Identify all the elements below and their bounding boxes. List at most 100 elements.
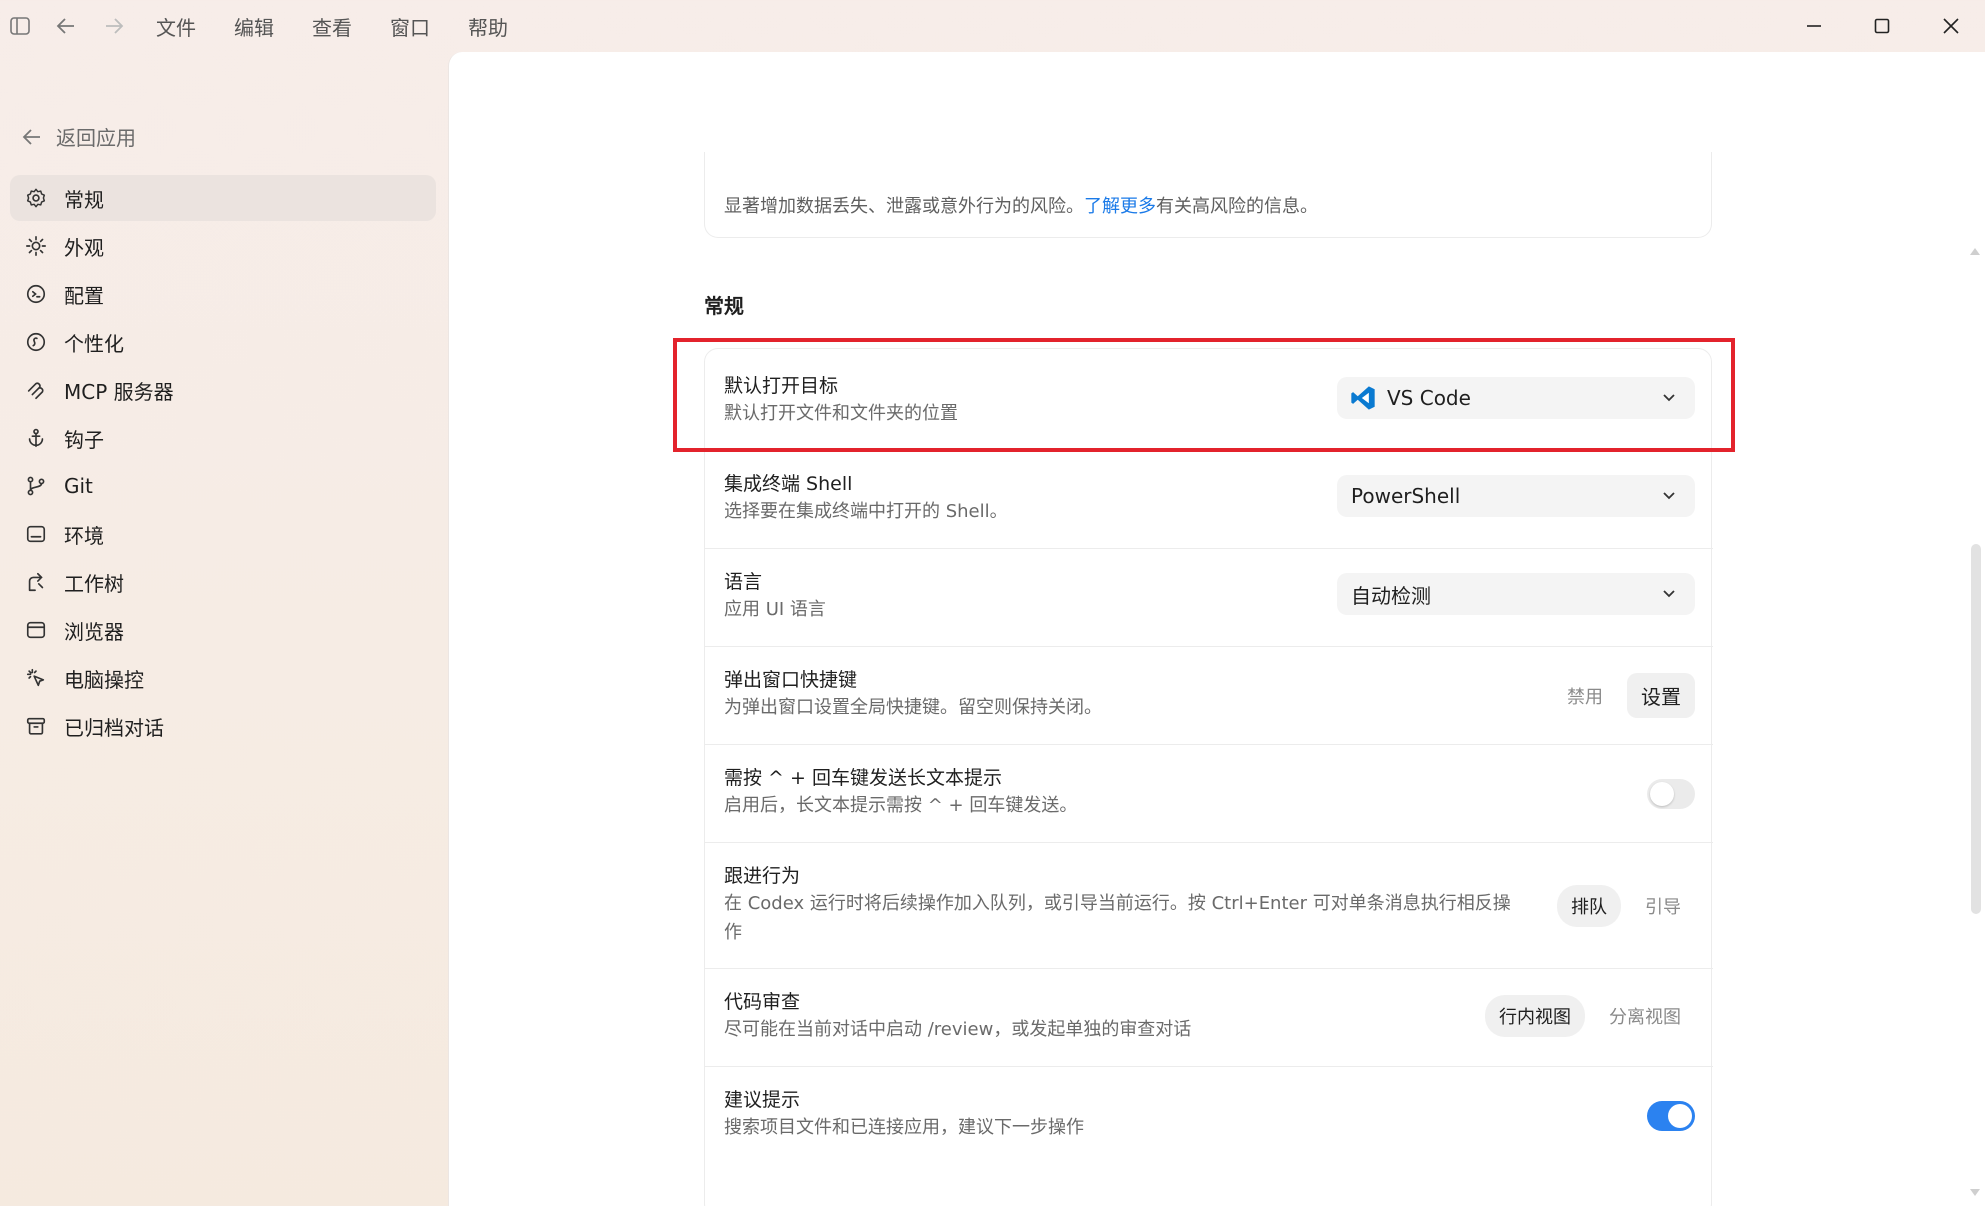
sidebar-item-label: Git bbox=[64, 474, 93, 498]
toggle-knob bbox=[1668, 1104, 1692, 1128]
general-settings-card: 默认打开目标 默认打开文件和文件夹的位置 VS Code 集成终端 Shell … bbox=[704, 348, 1713, 1206]
forward-arrow-icon[interactable] bbox=[100, 12, 128, 40]
sidebar-item-label: 配置 bbox=[64, 283, 104, 308]
open-target-select[interactable]: VS Code bbox=[1337, 377, 1695, 419]
sidebar: 返回应用 常规 外观 配置 个性化 MCP 服务器 钩子 Git 环境 工作树 … bbox=[0, 52, 448, 1206]
sidebar-item-personalize[interactable]: 个性化 bbox=[10, 319, 436, 365]
select-value: 自动检测 bbox=[1351, 583, 1431, 608]
mcp-icon bbox=[24, 378, 48, 402]
personalize-icon bbox=[24, 330, 48, 354]
code-review-segmented: 行内视图 分离视图 bbox=[1485, 995, 1695, 1037]
setting-title: 弹出窗口快捷键 bbox=[724, 669, 858, 691]
risk-note-text-after: 有关高风险的信息。 bbox=[1156, 196, 1318, 217]
vscode-icon bbox=[1351, 386, 1375, 410]
setting-row-shell: 集成终端 Shell 选择要在集成终端中打开的 Shell。 PowerShel… bbox=[705, 451, 1713, 549]
section-title-general: 常规 bbox=[704, 294, 744, 318]
follow-up-segmented: 排队 引导 bbox=[1557, 885, 1695, 927]
git-branch-icon bbox=[24, 474, 48, 498]
sun-icon bbox=[24, 234, 48, 258]
code-review-option-separate[interactable]: 分离视图 bbox=[1595, 995, 1695, 1037]
sidebar-item-label: 常规 bbox=[64, 187, 104, 212]
sidebar-item-mcp[interactable]: MCP 服务器 bbox=[10, 367, 436, 413]
back-to-app-label: 返回应用 bbox=[56, 126, 136, 150]
archive-icon bbox=[24, 714, 48, 738]
shell-select[interactable]: PowerShell bbox=[1337, 475, 1695, 517]
warning-card: 显著增加数据丢失、泄露或意外行为的风险。了解更多有关高风险的信息。 bbox=[704, 152, 1712, 238]
sidebar-item-label: 环境 bbox=[64, 523, 104, 548]
setting-desc: 尽可能在当前对话中启动 /review，或发起单独的审查对话 bbox=[724, 1019, 1192, 1040]
sidebar-item-appearance[interactable]: 外观 bbox=[10, 223, 436, 269]
sidebar-item-config[interactable]: 配置 bbox=[10, 271, 436, 317]
setting-row-suggestions: 建议提示 搜索项目文件和已连接应用，建议下一步操作 bbox=[705, 1067, 1713, 1165]
follow-up-option-steer[interactable]: 引导 bbox=[1631, 885, 1695, 927]
sidebar-item-worktree[interactable]: 工作树 bbox=[10, 559, 436, 605]
anchor-icon bbox=[24, 426, 48, 450]
code-review-option-inline[interactable]: 行内视图 bbox=[1485, 995, 1585, 1037]
setting-title: 建议提示 bbox=[724, 1089, 801, 1111]
menu-bar: 文件 编辑 查看 窗口 帮助 bbox=[156, 0, 508, 52]
setting-desc: 启用后，长文本提示需按 ^ + 回车键发送。 bbox=[724, 795, 1078, 816]
scroll-down-arrow-icon[interactable] bbox=[1969, 1188, 1981, 1198]
worktree-icon bbox=[24, 570, 48, 594]
setting-title: 跟进行为 bbox=[724, 865, 801, 887]
set-shortcut-button[interactable]: 设置 bbox=[1627, 673, 1695, 718]
language-select[interactable]: 自动检测 bbox=[1337, 573, 1695, 615]
setting-row-follow-up: 跟进行为 在 Codex 运行时将后续操作加入队列，或引导当前运行。按 Ctrl… bbox=[705, 843, 1713, 969]
risk-note: 显著增加数据丢失、泄露或意外行为的风险。了解更多有关高风险的信息。 bbox=[724, 192, 1318, 218]
sidebar-toggle-icon[interactable] bbox=[6, 12, 34, 40]
setting-desc: 在 Codex 运行时将后续操作加入队列，或引导当前运行。按 Ctrl+Ente… bbox=[724, 893, 1511, 943]
select-value: VS Code bbox=[1387, 386, 1471, 410]
suggestions-toggle[interactable] bbox=[1647, 1101, 1695, 1131]
cursor-click-icon bbox=[24, 666, 48, 690]
disable-shortcut-button[interactable]: 禁用 bbox=[1553, 675, 1617, 717]
setting-row-open-target: 默认打开目标 默认打开文件和文件夹的位置 VS Code bbox=[705, 349, 1713, 451]
sidebar-item-computer-use[interactable]: 电脑操控 bbox=[10, 655, 436, 701]
sidebar-item-label: 浏览器 bbox=[64, 619, 124, 644]
settings-nav: 常规 外观 配置 个性化 MCP 服务器 钩子 Git 环境 工作树 浏览器 电… bbox=[10, 175, 436, 751]
setting-title: 默认打开目标 bbox=[724, 375, 839, 397]
scrollbar-thumb[interactable] bbox=[1971, 544, 1981, 914]
sidebar-item-environment[interactable]: 环境 bbox=[10, 511, 436, 557]
setting-title: 语言 bbox=[724, 571, 763, 593]
sidebar-item-label: 钩子 bbox=[64, 427, 104, 452]
sidebar-item-general[interactable]: 常规 bbox=[10, 175, 436, 221]
shortcut-controls: 禁用 设置 bbox=[1553, 673, 1695, 718]
arrow-left-icon bbox=[22, 128, 40, 145]
back-to-app-button[interactable]: 返回应用 bbox=[22, 122, 136, 151]
back-arrow-icon[interactable] bbox=[52, 12, 80, 40]
setting-title: 需按 ^ + 回车键发送长文本提示 bbox=[724, 767, 1002, 789]
menu-file[interactable]: 文件 bbox=[156, 12, 196, 41]
setting-row-code-review: 代码审查 尽可能在当前对话中启动 /review，或发起单独的审查对话 行内视图… bbox=[705, 969, 1713, 1067]
setting-desc: 为弹出窗口设置全局快捷键。留空则保持关闭。 bbox=[724, 697, 1102, 718]
menu-view[interactable]: 查看 bbox=[312, 12, 352, 41]
toggle-knob bbox=[1650, 782, 1674, 806]
sidebar-item-label: 外观 bbox=[64, 235, 104, 260]
select-value: PowerShell bbox=[1351, 484, 1461, 508]
follow-up-option-queue[interactable]: 排队 bbox=[1557, 885, 1621, 927]
setting-row-popup-shortcut: 弹出窗口快捷键 为弹出窗口设置全局快捷键。留空则保持关闭。 禁用 设置 bbox=[705, 647, 1713, 745]
menu-edit[interactable]: 编辑 bbox=[234, 12, 274, 41]
sidebar-item-label: MCP 服务器 bbox=[64, 379, 174, 404]
gear-icon bbox=[24, 186, 48, 210]
minimize-button[interactable] bbox=[1792, 10, 1836, 42]
sidebar-item-browser[interactable]: 浏览器 bbox=[10, 607, 436, 653]
sidebar-item-hooks[interactable]: 钩子 bbox=[10, 415, 436, 461]
close-button[interactable] bbox=[1929, 10, 1973, 42]
config-icon bbox=[24, 282, 48, 306]
sidebar-item-label: 工作树 bbox=[64, 571, 124, 596]
menu-help[interactable]: 帮助 bbox=[468, 12, 508, 41]
chevron-down-icon bbox=[1663, 492, 1675, 500]
scroll-up-arrow-icon[interactable] bbox=[1969, 246, 1981, 256]
maximize-button[interactable] bbox=[1860, 10, 1904, 42]
chevron-down-icon bbox=[1663, 590, 1675, 598]
learn-more-link[interactable]: 了解更多 bbox=[1084, 196, 1156, 217]
environment-icon bbox=[24, 522, 48, 546]
risk-note-text: 显著增加数据丢失、泄露或意外行为的风险。 bbox=[724, 196, 1084, 217]
settings-main: 显著增加数据丢失、泄露或意外行为的风险。了解更多有关高风险的信息。 常规 默认打… bbox=[448, 52, 1985, 1206]
sidebar-item-git[interactable]: Git bbox=[10, 463, 436, 509]
browser-icon bbox=[24, 618, 48, 642]
setting-title: 代码审查 bbox=[724, 991, 801, 1013]
sidebar-item-archived[interactable]: 已归档对话 bbox=[10, 703, 436, 749]
ctrl-enter-toggle[interactable] bbox=[1647, 779, 1695, 809]
menu-window[interactable]: 窗口 bbox=[390, 12, 430, 41]
